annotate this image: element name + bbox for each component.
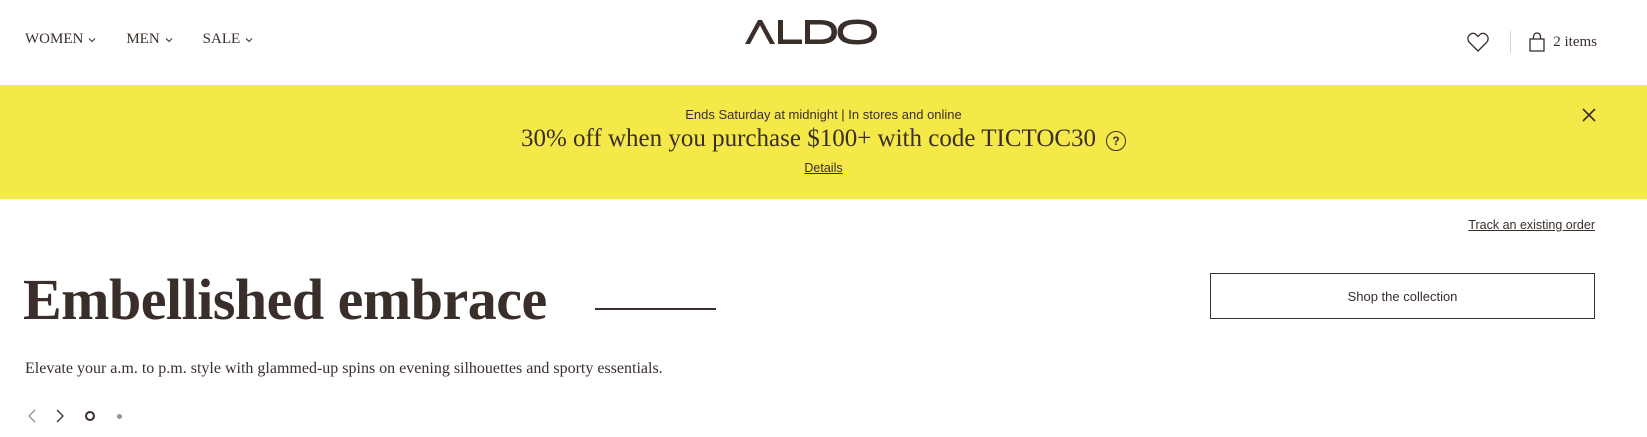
promo-banner: Ends Saturday at midnight | In stores an… bbox=[0, 85, 1647, 199]
heart-icon[interactable] bbox=[1466, 30, 1490, 54]
cart-count-label: 2 items bbox=[1553, 33, 1597, 50]
shop-collection-button[interactable]: Shop the collection bbox=[1210, 273, 1595, 319]
title-divider-line bbox=[595, 308, 716, 310]
main-nav: WOMEN MEN SALE bbox=[25, 31, 253, 48]
nav-item-label: MEN bbox=[126, 31, 160, 47]
cart-button[interactable]: 2 items bbox=[1529, 32, 1597, 52]
promo-details-link[interactable]: Details bbox=[0, 161, 1647, 175]
track-order-link[interactable]: Track an existing order bbox=[1468, 218, 1595, 232]
header-divider bbox=[1510, 31, 1512, 53]
carousel-controls bbox=[25, 408, 122, 424]
promo-subtitle: Ends Saturday at midnight | In stores an… bbox=[685, 107, 962, 122]
chevron-down-icon bbox=[88, 37, 96, 42]
shopping-bag-icon bbox=[1529, 32, 1545, 52]
chevron-left-icon[interactable] bbox=[25, 408, 39, 424]
hero-title: Embellished embrace bbox=[23, 267, 547, 332]
chevron-right-icon[interactable] bbox=[53, 408, 67, 424]
hero-description: Elevate your a.m. to p.m. style with gla… bbox=[25, 360, 663, 377]
chevron-down-icon bbox=[165, 37, 173, 42]
promo-headline-row: 30% off when you purchase $100+ with cod… bbox=[0, 125, 1647, 153]
promo-headline: 30% off when you purchase $100+ with cod… bbox=[520, 125, 1097, 152]
nav-item-men[interactable]: MEN bbox=[126, 31, 173, 48]
header-actions: 2 items bbox=[1466, 30, 1597, 54]
carousel-dot-active[interactable] bbox=[85, 411, 95, 421]
chevron-down-icon bbox=[245, 37, 253, 42]
site-header: WOMEN MEN SALE 2 items bbox=[0, 0, 1647, 85]
aldo-logo[interactable] bbox=[745, 18, 877, 46]
help-icon[interactable]: ? bbox=[1106, 131, 1127, 151]
nav-item-label: SALE bbox=[202, 31, 241, 47]
carousel-dot[interactable] bbox=[117, 413, 122, 419]
close-icon[interactable] bbox=[1581, 107, 1597, 123]
nav-item-sale[interactable]: SALE bbox=[203, 31, 254, 48]
nav-item-label: WOMEN bbox=[25, 31, 84, 47]
nav-item-women[interactable]: WOMEN bbox=[25, 31, 96, 48]
